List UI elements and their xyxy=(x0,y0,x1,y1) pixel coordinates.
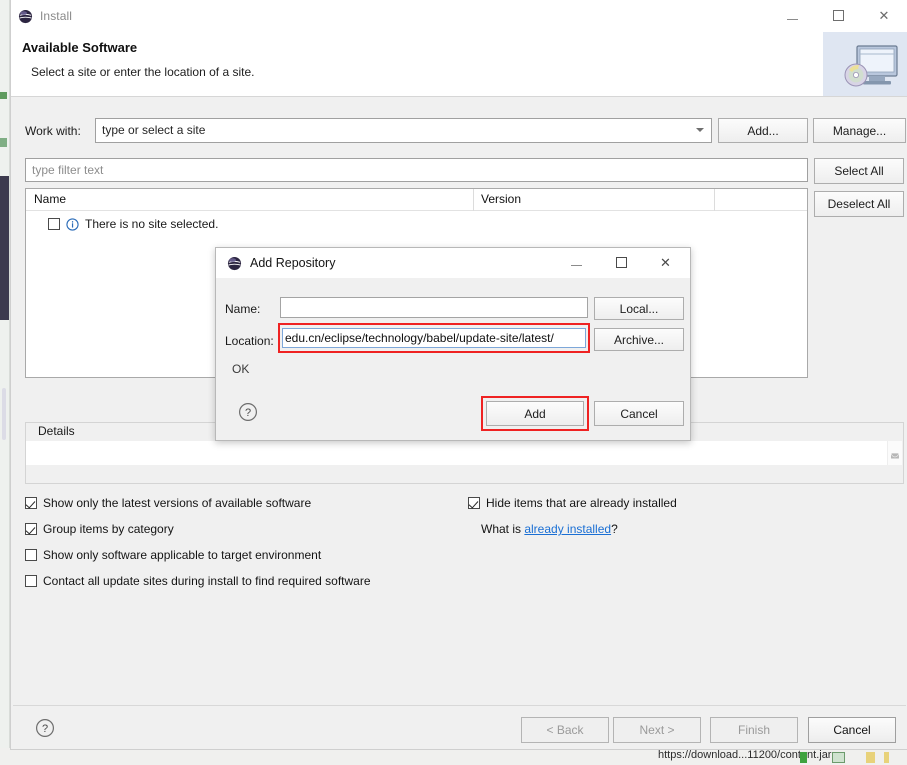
work-with-combo[interactable]: type or select a site xyxy=(95,118,712,143)
page-subtitle: Select a site or enter the location of a… xyxy=(31,65,255,79)
svg-text:?: ? xyxy=(245,407,251,419)
minimize-icon[interactable] xyxy=(554,248,599,277)
work-with-value: type or select a site xyxy=(102,123,206,137)
repository-location-input[interactable]: edu.cn/eclipse/technology/babel/update-s… xyxy=(282,328,586,348)
option-checkbox[interactable] xyxy=(25,497,37,509)
status-message: OK xyxy=(232,362,250,376)
finish-button[interactable]: Finish xyxy=(710,717,798,743)
background-scrollbar-handle xyxy=(2,388,6,440)
wizard-header: Available Software Select a site or ente… xyxy=(11,32,907,97)
option-checkbox[interactable] xyxy=(468,497,480,509)
filter-placeholder: type filter text xyxy=(32,163,104,177)
background-window-dark-panel xyxy=(0,176,9,440)
manage-sites-button[interactable]: Manage... xyxy=(813,118,906,143)
work-with-label: Work with: xyxy=(25,124,81,138)
background-swatch-1 xyxy=(800,752,807,763)
option-contact-all-update-sites[interactable]: Contact all update sites during install … xyxy=(25,574,371,588)
svg-text:?: ? xyxy=(42,723,48,735)
what-is-already-installed-row: What is already installed? xyxy=(481,522,618,536)
window-title-bar: Install ✕ xyxy=(11,0,907,32)
already-installed-link[interactable]: already installed xyxy=(524,522,611,536)
option-target-environment[interactable]: Show only software applicable to target … xyxy=(25,548,321,562)
row-name-text: There is no site selected. xyxy=(85,217,219,231)
next-button[interactable]: Next > xyxy=(613,717,701,743)
question-mark-icon[interactable]: ? xyxy=(35,718,55,738)
maximize-icon[interactable] xyxy=(599,248,644,277)
add-repository-title-text: Add Repository xyxy=(250,256,336,270)
option-hide-already-installed[interactable]: Hide items that are already installed xyxy=(468,496,677,510)
background-accent-green-2 xyxy=(0,138,7,147)
option-checkbox[interactable] xyxy=(25,523,37,535)
wizard-button-bar: ? < Back Next > Finish Cancel xyxy=(13,705,906,749)
archive-button[interactable]: Archive... xyxy=(594,328,684,351)
add-repository-title-bar: Add Repository ✕ xyxy=(216,248,690,278)
deselect-all-button[interactable]: Deselect All xyxy=(814,191,904,217)
option-checkbox[interactable] xyxy=(25,549,37,561)
column-divider-2[interactable] xyxy=(714,189,715,211)
cancel-button[interactable]: Cancel xyxy=(808,717,896,743)
background-swatch-2 xyxy=(832,752,845,763)
question-mark-icon[interactable]: ? xyxy=(238,402,258,422)
details-scrollbar[interactable]: ◛ xyxy=(887,441,902,465)
option-label: Show only the latest versions of availab… xyxy=(43,496,312,510)
local-button[interactable]: Local... xyxy=(594,297,684,320)
table-header: Name Version xyxy=(26,189,807,211)
eclipse-globe-icon xyxy=(18,9,33,23)
back-button[interactable]: < Back xyxy=(521,717,609,743)
column-header-name[interactable]: Name xyxy=(34,192,66,206)
option-label: Group items by category xyxy=(43,522,174,536)
what-is-suffix: ? xyxy=(611,522,618,536)
eclipse-globe-icon xyxy=(227,256,242,270)
column-header-version[interactable]: Version xyxy=(481,192,521,206)
background-accent-green-1 xyxy=(0,92,7,99)
details-text-area[interactable] xyxy=(26,441,902,465)
window-title-text: Install xyxy=(40,9,73,23)
background-window-left-strip xyxy=(0,0,10,765)
work-with-row: Work with: type or select a site Add... … xyxy=(13,118,906,146)
maximize-icon[interactable] xyxy=(815,0,861,31)
details-label: Details xyxy=(33,424,80,438)
add-repository-cancel-button[interactable]: Cancel xyxy=(594,401,684,426)
add-repository-confirm-button[interactable]: Add xyxy=(486,401,584,426)
repository-name-label: Name: xyxy=(225,302,261,316)
option-label: Contact all update sites during install … xyxy=(43,574,371,588)
background-swatch-4 xyxy=(884,752,889,763)
page-title: Available Software xyxy=(22,40,138,55)
column-divider-1[interactable] xyxy=(473,189,474,211)
option-checkbox[interactable] xyxy=(25,575,37,587)
option-group-by-category[interactable]: Group items by category xyxy=(25,522,174,536)
computer-with-cd-icon xyxy=(844,45,898,87)
option-label: Show only software applicable to target … xyxy=(43,548,322,562)
add-site-button[interactable]: Add... xyxy=(718,118,808,143)
row-checkbox[interactable] xyxy=(48,218,60,230)
option-label: Hide items that are already installed xyxy=(486,496,677,510)
what-is-prefix: What is xyxy=(481,522,525,536)
option-show-only-latest[interactable]: Show only the latest versions of availab… xyxy=(25,496,311,510)
background-swatch-3 xyxy=(866,752,875,763)
filter-input[interactable]: type filter text xyxy=(25,158,808,182)
repository-location-value: edu.cn/eclipse/technology/babel/update-s… xyxy=(285,331,554,345)
info-circle-icon xyxy=(66,217,79,231)
add-repository-dialog: Add Repository ✕ Name: Local... Location… xyxy=(215,247,691,441)
repository-name-input[interactable] xyxy=(280,297,588,318)
repository-location-label: Location: xyxy=(225,334,274,348)
table-row[interactable]: There is no site selected. xyxy=(48,217,218,231)
close-icon[interactable]: ✕ xyxy=(643,248,688,277)
select-all-button[interactable]: Select All xyxy=(814,158,904,184)
minimize-icon[interactable] xyxy=(769,0,815,31)
chevron-down-icon[interactable] xyxy=(696,128,704,132)
close-icon[interactable]: ✕ xyxy=(861,0,907,31)
